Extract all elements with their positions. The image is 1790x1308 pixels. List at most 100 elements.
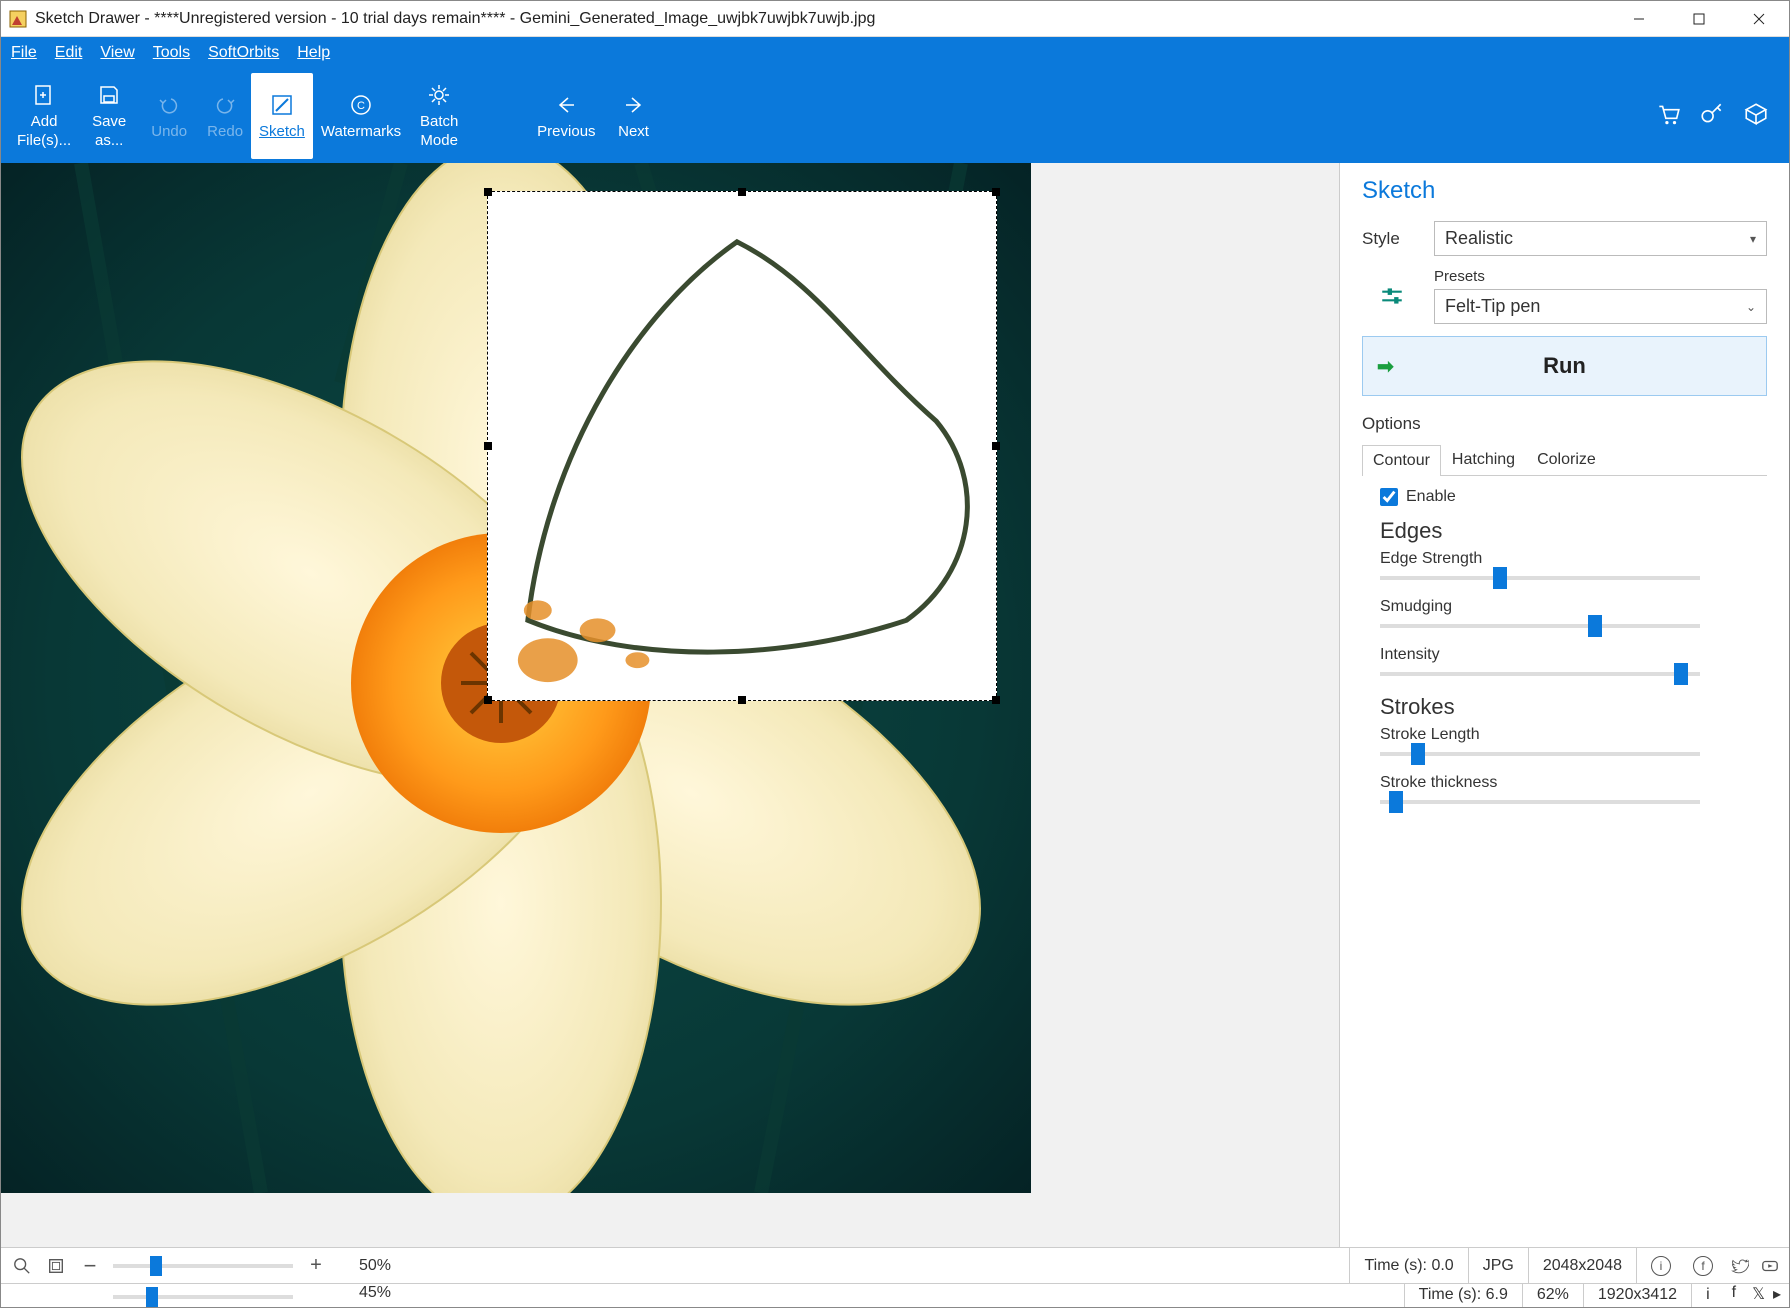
zoom-in-button[interactable]: +: [305, 1255, 327, 1277]
toolbar-right: [1655, 101, 1781, 132]
sketch-icon: [270, 91, 294, 119]
menu-tools[interactable]: Tools: [153, 44, 190, 62]
save-as-button[interactable]: Save as...: [79, 73, 139, 159]
run-arrow-icon: ➡: [1377, 354, 1394, 379]
menu-view[interactable]: View: [100, 44, 134, 62]
zoom-fit-icon[interactable]: [45, 1255, 67, 1277]
toolbar: Add File(s)... Save as... Undo Redo Sket…: [1, 69, 1789, 163]
edge-strength-slider[interactable]: [1380, 576, 1700, 580]
redo-button: Redo: [199, 73, 251, 159]
close-button[interactable]: [1729, 1, 1789, 37]
zoom-text: 50%: [359, 1257, 391, 1275]
stroke-thickness-label: Stroke thickness: [1380, 774, 1767, 792]
next-button[interactable]: Next: [604, 73, 664, 159]
chevron-down-icon: ⌄: [1746, 300, 1756, 314]
app-icon: [9, 10, 27, 28]
tab-contour[interactable]: Contour: [1362, 445, 1441, 476]
handle-ml[interactable]: [484, 442, 492, 450]
options-tabs: Contour Hatching Colorize: [1362, 444, 1767, 476]
facebook-icon: f: [1732, 1284, 1736, 1302]
sketch-button[interactable]: Sketch: [251, 73, 313, 159]
stroke-thickness-slider[interactable]: [1380, 800, 1700, 804]
presets-icon[interactable]: [1362, 283, 1422, 309]
status-time: Time (s): 0.0: [1349, 1248, 1467, 1283]
presets-label: Presets: [1434, 268, 1767, 285]
youtube-icon: ▸: [1773, 1284, 1781, 1304]
zoom-out-button[interactable]: −: [79, 1255, 101, 1277]
svg-text:C: C: [357, 100, 365, 112]
redo-icon: [213, 91, 237, 119]
twitter-icon[interactable]: [1729, 1255, 1751, 1277]
edge-strength-label: Edge Strength: [1380, 550, 1767, 568]
menu-edit[interactable]: Edit: [55, 44, 83, 62]
panel-title: Sketch: [1362, 177, 1767, 205]
status-dims: 2048x2048: [1528, 1248, 1636, 1283]
style-label: Style: [1362, 229, 1422, 249]
watermarks-button[interactable]: C Watermarks: [313, 73, 409, 159]
add-files-button[interactable]: Add File(s)...: [9, 73, 79, 159]
minimize-button[interactable]: [1609, 1, 1669, 37]
maximize-button[interactable]: [1669, 1, 1729, 37]
options-label: Options: [1362, 414, 1767, 434]
status-format: JPG: [1468, 1248, 1528, 1283]
smudging-slider[interactable]: [1380, 624, 1700, 628]
zoom-actual-icon[interactable]: [11, 1255, 33, 1277]
intensity-label: Intensity: [1380, 646, 1767, 664]
handle-mr[interactable]: [992, 442, 1000, 450]
run-button[interactable]: ➡ Run: [1362, 336, 1767, 396]
arrow-left-icon: [554, 91, 578, 119]
clipped-zoom-text: 45%: [359, 1284, 391, 1302]
titlebar: Sketch Drawer - ****Unregistered version…: [1, 1, 1789, 37]
arrow-right-icon: [622, 91, 646, 119]
enable-checkbox[interactable]: Enable: [1380, 488, 1767, 506]
batch-mode-button[interactable]: Batch Mode: [409, 73, 469, 159]
style-select[interactable]: Realistic ▾: [1434, 221, 1767, 256]
menu-file[interactable]: File: [11, 44, 37, 62]
cube-icon[interactable]: [1743, 101, 1769, 132]
twitter-icon: 𝕏: [1752, 1284, 1765, 1304]
handle-bl[interactable]: [484, 696, 492, 704]
edges-header: Edges: [1380, 518, 1767, 544]
clipped-pct: 62%: [1522, 1284, 1583, 1307]
main-area: Sketch Style Realistic ▾ Presets Felt-Ti…: [1, 163, 1789, 1247]
tab-colorize[interactable]: Colorize: [1526, 444, 1607, 475]
previous-button[interactable]: Previous: [529, 73, 603, 159]
handle-bm[interactable]: [738, 696, 746, 704]
menu-softorbits[interactable]: SoftOrbits: [208, 44, 279, 62]
selection-rect[interactable]: [487, 191, 997, 701]
clipped-time: Time (s): 6.9: [1404, 1284, 1522, 1307]
chevron-down-icon: ▾: [1750, 232, 1756, 246]
stroke-length-slider[interactable]: [1380, 752, 1700, 756]
zoom-slider[interactable]: [113, 1264, 293, 1268]
smudging-label: Smudging: [1380, 598, 1767, 616]
facebook-icon[interactable]: f: [1693, 1256, 1713, 1276]
app-window: Sketch Drawer - ****Unregistered version…: [0, 0, 1790, 1308]
handle-tm[interactable]: [738, 188, 746, 196]
add-file-icon: [32, 81, 56, 109]
sketch-panel: Sketch Style Realistic ▾ Presets Felt-Ti…: [1339, 163, 1789, 1247]
menu-help[interactable]: Help: [297, 44, 330, 62]
menubar: File Edit View Tools SoftOrbits Help: [1, 37, 1789, 69]
statusbar: − + 50% Time (s): 0.0 JPG 2048x2048 i f: [1, 1247, 1789, 1283]
clipped-dims: 1920x3412: [1583, 1284, 1691, 1307]
key-icon[interactable]: [1699, 101, 1725, 132]
tab-hatching[interactable]: Hatching: [1441, 444, 1526, 475]
intensity-slider[interactable]: [1380, 672, 1700, 676]
window-title: Sketch Drawer - ****Unregistered version…: [35, 10, 1609, 28]
info-icon[interactable]: i: [1651, 1256, 1671, 1276]
watermarks-icon: C: [349, 91, 373, 119]
strokes-header: Strokes: [1380, 694, 1767, 720]
canvas[interactable]: [1, 163, 1339, 1247]
handle-tr[interactable]: [992, 188, 1000, 196]
undo-button: Undo: [139, 73, 199, 159]
undo-icon: [157, 91, 181, 119]
youtube-icon[interactable]: [1759, 1255, 1781, 1277]
preset-select[interactable]: Felt-Tip pen ⌄: [1434, 289, 1767, 324]
cart-icon[interactable]: [1655, 101, 1681, 132]
clipped-statusbar: 45% Time (s): 6.9 62% 1920x3412 i f 𝕏 ▸: [1, 1283, 1789, 1307]
handle-br[interactable]: [992, 696, 1000, 704]
info-icon: i: [1706, 1286, 1710, 1304]
window-buttons: [1609, 1, 1789, 37]
stroke-length-label: Stroke Length: [1380, 726, 1767, 744]
handle-tl[interactable]: [484, 188, 492, 196]
